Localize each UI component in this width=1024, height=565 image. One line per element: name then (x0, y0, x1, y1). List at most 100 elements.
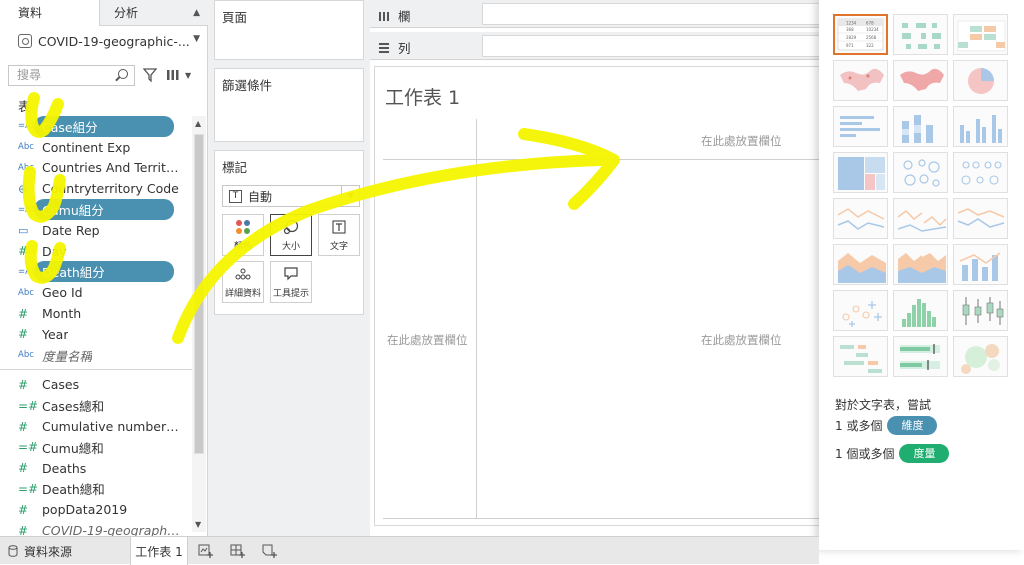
horizontal-bars-thumb[interactable] (833, 106, 888, 147)
text-table-thumb[interactable]: 1234 678 368 10234 2829 2568 971 322 (833, 14, 888, 55)
field-name: Death總和 (42, 482, 105, 498)
tab-analysis[interactable]: 分析 ▲ ▼ (100, 0, 208, 44)
rows-icon (379, 42, 389, 53)
color-button[interactable]: 顏色 (222, 214, 264, 256)
columns-shelf: 欄 (370, 0, 820, 28)
datasource-tab[interactable]: 資料來源 (8, 537, 72, 565)
rows-label: 列 (398, 41, 411, 56)
filters-card[interactable]: 篩選條件 (214, 68, 364, 142)
marks-title: 標記 (222, 160, 248, 175)
field-item[interactable]: # Deaths (0, 458, 192, 479)
circle-view-thumb[interactable] (893, 152, 948, 193)
symbol-map-thumb[interactable] (833, 60, 888, 101)
side-by-side-bars-thumb[interactable] (953, 106, 1008, 147)
field-item[interactable]: Abc Continent Exp (0, 137, 192, 158)
marks-card: 標記 T 自動 ▼ 顏色 大小 文字 詳細資料 工具提示 (214, 150, 364, 315)
sheet-tab[interactable]: 工作表 1 (130, 537, 188, 565)
shelves-column: 頁面 篩選條件 標記 T 自動 ▼ 顏色 大小 文字 詳細資料 工具提示 (208, 0, 370, 536)
area-discrete-thumb[interactable] (893, 244, 948, 285)
treemap-thumb[interactable] (833, 152, 888, 193)
label-button[interactable]: 文字 (318, 214, 360, 256)
columns-drop-area[interactable] (482, 3, 820, 25)
drop-field-row[interactable]: 在此處放置欄位 (387, 332, 468, 348)
field-item[interactable]: # popData2019 (0, 499, 192, 520)
heat-map-thumb[interactable] (893, 14, 948, 55)
field-name: Cumu總和 (42, 440, 104, 456)
discrete-lines-thumb[interactable] (893, 198, 948, 239)
field-item[interactable]: ⊕ Countryterritory Code (0, 178, 192, 199)
field-item[interactable]: # Cumulative number fo... (0, 416, 192, 437)
number-icon: # (18, 306, 29, 321)
field-item[interactable]: =Abc Case組分 (0, 115, 192, 137)
packed-bubbles-thumb[interactable] (953, 336, 1008, 377)
updown-icon[interactable]: ▲ ▼ (193, 0, 200, 52)
field-item[interactable]: ▭ Date Rep (0, 220, 192, 241)
tab-data[interactable]: 資料 (0, 0, 100, 26)
field-item[interactable]: # Month (0, 303, 192, 324)
view-columns-icon[interactable] (166, 69, 180, 81)
new-dashboard-icon[interactable] (230, 543, 246, 559)
show-me-panel: 1234 678 368 10234 2829 2568 971 322 對於文… (819, 0, 1024, 550)
box-whisker-thumb[interactable] (953, 290, 1008, 331)
field-item[interactable]: =# Death總和 (0, 479, 192, 500)
highlight-table-thumb[interactable] (953, 14, 1008, 55)
field-item[interactable]: Abc 度量名稱 (0, 345, 192, 366)
size-label: 大小 (281, 242, 300, 252)
detail-button[interactable]: 詳細資料 (222, 261, 264, 303)
field-name: Day (42, 243, 67, 259)
search-input[interactable]: 搜尋 (8, 64, 135, 86)
detail-label: 詳細資料 (224, 289, 261, 299)
new-worksheet-icon[interactable] (198, 543, 214, 559)
drop-field-cell[interactable]: 在此處放置欄位 (701, 332, 782, 348)
thumb-text-1: 678 (866, 21, 874, 26)
field-item[interactable]: Abc Geo Id (0, 282, 192, 303)
chevron-down-icon[interactable]: ▼ (185, 71, 191, 80)
pie-chart-thumb[interactable] (953, 60, 1008, 101)
scrollbar-thumb[interactable] (194, 134, 204, 454)
new-story-icon[interactable] (262, 543, 278, 559)
bullet-graph-thumb[interactable] (893, 336, 948, 377)
dual-combination-thumb[interactable] (953, 244, 1008, 285)
dual-lines-thumb[interactable] (953, 198, 1008, 239)
field-item[interactable]: =# Cumu總和 (0, 437, 192, 458)
chart-type-grid: 1234 678 368 10234 2829 2568 971 322 (833, 14, 1008, 377)
abc-icon: Abc (18, 287, 34, 298)
field-item[interactable]: =Abc Cumu組分 (0, 199, 192, 221)
size-button[interactable]: 大小 (270, 214, 312, 256)
side-by-side-circles-thumb[interactable] (953, 152, 1008, 193)
filter-icon[interactable] (143, 68, 157, 82)
pane-tabs: 資料 分析 ▲ ▼ (0, 0, 208, 44)
field-name: Geo Id (42, 285, 83, 301)
field-item[interactable]: # Cases (0, 375, 192, 396)
mark-type-dropdown[interactable]: T 自動 ▼ (222, 185, 360, 207)
field-item[interactable]: =Abc Death組分 (0, 261, 192, 283)
number-calc-icon: =# (18, 440, 39, 455)
datasource-item[interactable]: COVID-19-geographic-... (18, 31, 190, 51)
rows-drop-area[interactable] (482, 35, 820, 57)
thumb-text-0: 1234 (846, 21, 857, 26)
pages-card[interactable]: 頁面 (214, 0, 364, 60)
search-placeholder: 搜尋 (17, 67, 42, 82)
field-item[interactable]: Abc Countries And Territor... (0, 158, 192, 179)
pages-title: 頁面 (222, 10, 248, 25)
number-icon: # (18, 377, 29, 392)
chevron-down-icon[interactable]: ▼ (341, 186, 359, 206)
scatter-plot-thumb[interactable] (833, 290, 888, 331)
columns-shelf-label: 欄 (378, 6, 411, 25)
gantt-chart-thumb[interactable] (833, 336, 888, 377)
stacked-bars-thumb[interactable] (893, 106, 948, 147)
field-item[interactable]: # Day (0, 241, 192, 262)
scroll-down-icon[interactable]: ▼ (195, 520, 201, 529)
field-item[interactable]: =# Cases總和 (0, 395, 192, 416)
field-list-scrollbar[interactable]: ▲ ▼ (192, 116, 206, 532)
continuous-lines-thumb[interactable] (833, 198, 888, 239)
area-continuous-thumb[interactable] (833, 244, 888, 285)
drop-field-column[interactable]: 在此處放置欄位 (701, 133, 782, 149)
field-item[interactable]: # Year (0, 324, 192, 345)
histogram-thumb[interactable] (893, 290, 948, 331)
scroll-up-icon[interactable]: ▲ (195, 119, 201, 128)
tooltip-button[interactable]: 工具提示 (270, 261, 312, 303)
sheet-title[interactable]: 工作表 1 (385, 83, 460, 110)
filled-map-thumb[interactable] (893, 60, 948, 101)
field-name: Year (42, 326, 69, 342)
